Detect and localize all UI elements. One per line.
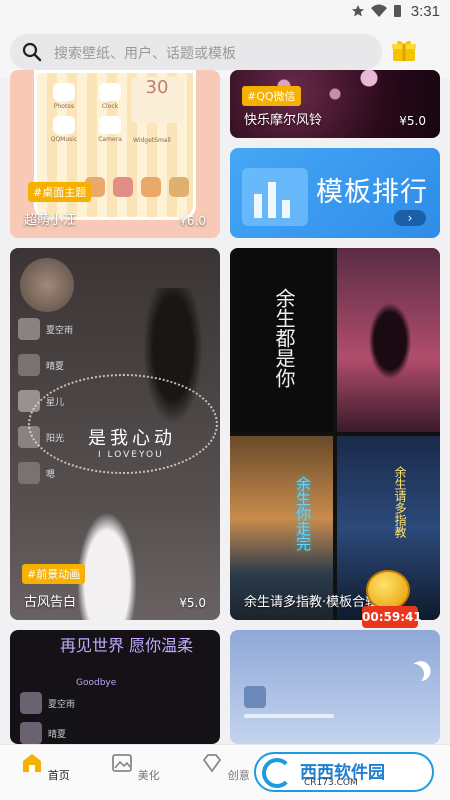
search-input[interactable]: 搜索壁纸、用户、话题或模板	[10, 34, 382, 70]
tag-foreground-animation: #前景动画	[22, 564, 86, 584]
widget-small-label: WidgetSmall	[133, 137, 171, 144]
card-night-moon[interactable]	[230, 630, 440, 744]
app-qqmusic: QQMusic	[47, 116, 81, 143]
wifi-icon	[371, 4, 387, 17]
tag-qq-wechat: #QQ微信	[242, 86, 301, 106]
diamond-icon	[203, 754, 222, 773]
chat-item: 夏空雨	[20, 692, 75, 714]
search-placeholder: 搜索壁纸、用户、话题或模板	[54, 46, 236, 62]
chat-item: 晴夏	[18, 354, 138, 376]
countdown-timer: 00:59:41	[362, 606, 422, 628]
card-theme-cute-dog[interactable]: Photos Clock QQMusic Camera 30 WidgetSma…	[10, 70, 220, 238]
card-ancient-confession[interactable]: 夏空雨 晴夏 星儿 阳光 嗯 是我心动 I LOVEYOU #前景动画 古风告白…	[10, 248, 220, 620]
collage-panel-2	[337, 248, 440, 432]
card-title: 超萌小汪	[24, 213, 77, 228]
search-icon	[22, 42, 42, 62]
card-title: 余生请多指教·模板合辑	[244, 595, 379, 610]
image-icon	[112, 754, 133, 772]
card-goodbye-world[interactable]: 再见世界 愿你温柔 Goodbye 夏空雨 晴夏	[10, 630, 220, 744]
card-mole-windchime[interactable]: #QQ微信 快乐摩尔风铃 ¥5.0	[230, 70, 440, 138]
nav-creative[interactable]: 创意	[195, 751, 255, 783]
tag-desktop-theme: #桌面主题	[28, 182, 92, 202]
calendar-widget: 30	[131, 77, 183, 123]
card-price: ¥5.0	[399, 114, 426, 128]
watermark-site: CR173.COM	[304, 778, 358, 788]
coin-reward-icon[interactable]	[366, 570, 410, 610]
nav-home[interactable]: 首页	[15, 751, 75, 783]
card-price: ¥5.0	[179, 596, 206, 610]
dog-icons-row	[85, 177, 189, 197]
watermark-emblem	[262, 758, 292, 788]
banner-arrow-button[interactable]: ›	[394, 210, 426, 226]
battery-icon	[394, 5, 401, 17]
status-bar: 3:31	[0, 0, 450, 24]
figure-decor	[72, 500, 142, 620]
chart-bars-icon	[242, 168, 308, 226]
card-price: ¥6.0	[179, 214, 206, 228]
app-clock: Clock	[93, 83, 127, 110]
card-title: 古风告白	[24, 595, 77, 610]
app-grid: Photos Clock QQMusic Camera	[47, 83, 127, 143]
status-time: 3:31	[410, 3, 440, 20]
gift-icon[interactable]	[392, 40, 416, 62]
card-title: 快乐摩尔风铃	[244, 113, 323, 128]
home-icon	[23, 754, 42, 772]
chat-preview	[244, 686, 354, 730]
app-camera: Camera	[93, 116, 127, 143]
chat-item: 夏空雨	[18, 318, 138, 340]
status-icons	[351, 4, 402, 18]
watermark-logo: 西西软件园 CR173.COM	[254, 752, 434, 792]
star-icon	[352, 5, 364, 17]
template-ranking-banner[interactable]: 模板排行 ›	[230, 148, 440, 238]
overlay-text: 是我心动	[88, 428, 176, 449]
chat-item: 晴夏	[20, 722, 66, 744]
nav-beautify[interactable]: 美化	[105, 751, 165, 783]
app-photos: Photos	[47, 83, 81, 110]
banner-label: 模板排行	[316, 177, 428, 208]
moon-decor	[20, 258, 74, 312]
lettering: 再见世界 愿你温柔	[60, 636, 194, 655]
chevron-right-icon: ›	[407, 211, 413, 225]
card-rest-of-life-collection[interactable]: 余生都是你 余生你走完 余生请多指教 余生请多指教·模板合辑	[230, 248, 440, 620]
lettering-sub: Goodbye	[76, 678, 117, 688]
moon-icon	[402, 662, 425, 685]
collage-panel-1: 余生都是你	[230, 248, 333, 432]
overlay-subtext: I LOVEYOU	[98, 450, 164, 460]
